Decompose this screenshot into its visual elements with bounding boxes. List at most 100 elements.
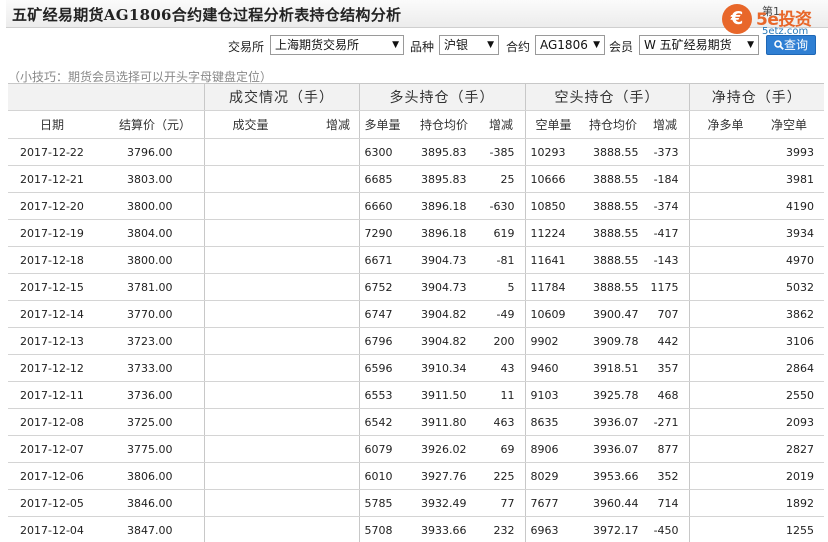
cell-date: 2017-12-05	[8, 489, 113, 517]
cell-long-change: 225	[483, 462, 526, 490]
cell-short: 9103	[524, 381, 584, 409]
cell-volume-change	[286, 381, 359, 409]
group-header-row: 成交情况（手） 多头持仓（手） 空头持仓（手） 净持仓（手）	[8, 83, 825, 111]
position-table: 成交情况（手） 多头持仓（手） 空头持仓（手） 净持仓（手） 日期 结算价（元）…	[8, 83, 825, 542]
cell-short: 10293	[524, 138, 584, 166]
cell-net-short: 3993	[753, 138, 825, 166]
table-row: 2017-12-05 3846.00 5785 3932.49 77 7677 3960.4…	[8, 489, 825, 517]
cell-short: 10850	[524, 192, 584, 220]
cell-date: 2017-12-13	[8, 327, 113, 355]
cell-long-change: 69	[483, 435, 526, 463]
col-header-volume-change: 增减	[286, 110, 359, 139]
cell-date: 2017-12-19	[8, 219, 113, 247]
cell-net-short: 4190	[753, 192, 825, 220]
col-header-short: 空单量	[524, 110, 584, 139]
cell-net-short: 2093	[753, 408, 825, 436]
cell-short-avg: 3888.55	[583, 273, 650, 301]
col-header-short-change: 增减	[649, 110, 690, 139]
group-header-base	[8, 83, 204, 111]
table-row: 2017-12-11 3736.00 6553 3911.50 11 9103 3925.7…	[8, 381, 825, 409]
exchange-label: 交易所	[228, 40, 265, 54]
cell-long: 7290	[358, 219, 417, 247]
cell-long: 5785	[358, 489, 417, 517]
cell-volume-change	[286, 462, 359, 490]
contract-select[interactable]: AG1806 ▼	[535, 35, 605, 55]
cell-date: 2017-12-08	[8, 408, 113, 436]
cell-short-change: -450	[649, 516, 690, 542]
col-header-long: 多单量	[358, 110, 417, 139]
cell-long-avg: 3910.34	[417, 354, 483, 382]
cell-short-change: 442	[649, 327, 690, 355]
member-select[interactable]: W 五矿经易期货 ▼	[639, 35, 759, 55]
cell-net-long	[688, 516, 754, 542]
cell-date: 2017-12-04	[8, 516, 113, 542]
logo-mark-icon: €	[722, 4, 752, 34]
cell-net-short: 3106	[753, 327, 825, 355]
cell-net-short: 2019	[753, 462, 825, 490]
group-header-volume: 成交情况（手）	[203, 83, 359, 111]
cell-long: 6747	[358, 300, 417, 328]
cell-net-short: 3862	[753, 300, 825, 328]
cell-volume-change	[286, 165, 359, 193]
variety-select[interactable]: 沪银 ▼	[439, 35, 499, 55]
cell-net-short: 1255	[753, 516, 825, 542]
cell-net-short: 2864	[753, 354, 825, 382]
cell-long: 6300	[358, 138, 417, 166]
cell-volume	[203, 408, 286, 436]
cell-long-change: 43	[483, 354, 526, 382]
cell-date: 2017-12-07	[8, 435, 113, 463]
cell-net-long	[688, 462, 754, 490]
table-row: 2017-12-20 3800.00 6660 3896.18 -630 10850 388…	[8, 192, 825, 220]
table-row: 2017-12-15 3781.00 6752 3904.73 5 11784 3888.5…	[8, 273, 825, 301]
cell-short: 10609	[524, 300, 584, 328]
cell-date: 2017-12-21	[8, 165, 113, 193]
cell-long: 6752	[358, 273, 417, 301]
cell-volume-change	[286, 489, 359, 517]
search-icon	[774, 40, 784, 50]
cell-short: 7677	[524, 489, 584, 517]
cell-long-change: 200	[483, 327, 526, 355]
cell-long-change: -630	[483, 192, 526, 220]
cell-net-long	[688, 300, 754, 328]
cell-short: 9902	[524, 327, 584, 355]
cell-net-short: 3934	[753, 219, 825, 247]
site-logo[interactable]: € 5e投资 5etz.com	[722, 4, 826, 38]
cell-short-change: -417	[649, 219, 690, 247]
col-header-net-long: 净多单	[688, 110, 754, 139]
cell-long-avg: 3904.82	[417, 300, 483, 328]
table-row: 2017-12-19 3804.00 7290 3896.18 619 11224 3888…	[8, 219, 825, 247]
cell-volume	[203, 462, 286, 490]
cell-date: 2017-12-20	[8, 192, 113, 220]
exchange-select[interactable]: 上海期货交易所 ▼	[270, 35, 404, 55]
cell-date: 2017-12-06	[8, 462, 113, 490]
cell-volume-change	[286, 435, 359, 463]
group-header-short: 空头持仓（手）	[524, 83, 690, 111]
cell-long-change: -385	[483, 138, 526, 166]
cell-volume	[203, 489, 286, 517]
cell-volume	[203, 246, 286, 274]
cell-long: 6553	[358, 381, 417, 409]
cell-net-long	[688, 138, 754, 166]
cell-long: 6596	[358, 354, 417, 382]
col-header-volume: 成交量	[203, 110, 286, 139]
query-button[interactable]: 查询	[766, 35, 816, 55]
table-row: 2017-12-04 3847.00 5708 3933.66 232 6963 3972.…	[8, 516, 825, 542]
cell-price: 3723.00	[113, 327, 204, 355]
col-header-long-avg: 持仓均价	[417, 110, 483, 139]
cell-date: 2017-12-14	[8, 300, 113, 328]
cell-long: 6079	[358, 435, 417, 463]
cell-long-avg: 3895.83	[417, 165, 483, 193]
cell-long: 6671	[358, 246, 417, 274]
cell-price: 3847.00	[113, 516, 204, 542]
table-row: 2017-12-08 3725.00 6542 3911.80 463 8635 3936.…	[8, 408, 825, 436]
cell-short-change: 1175	[649, 273, 690, 301]
cell-date: 2017-12-11	[8, 381, 113, 409]
member-select-value: W 五矿经易期货	[644, 38, 732, 52]
cell-price: 3733.00	[113, 354, 204, 382]
cell-long-avg: 3904.82	[417, 327, 483, 355]
contract-select-value: AG1806	[540, 38, 588, 52]
cell-price: 3775.00	[113, 435, 204, 463]
cell-short-change: -271	[649, 408, 690, 436]
cell-volume	[203, 435, 286, 463]
group-header-net: 净持仓（手）	[688, 83, 825, 111]
